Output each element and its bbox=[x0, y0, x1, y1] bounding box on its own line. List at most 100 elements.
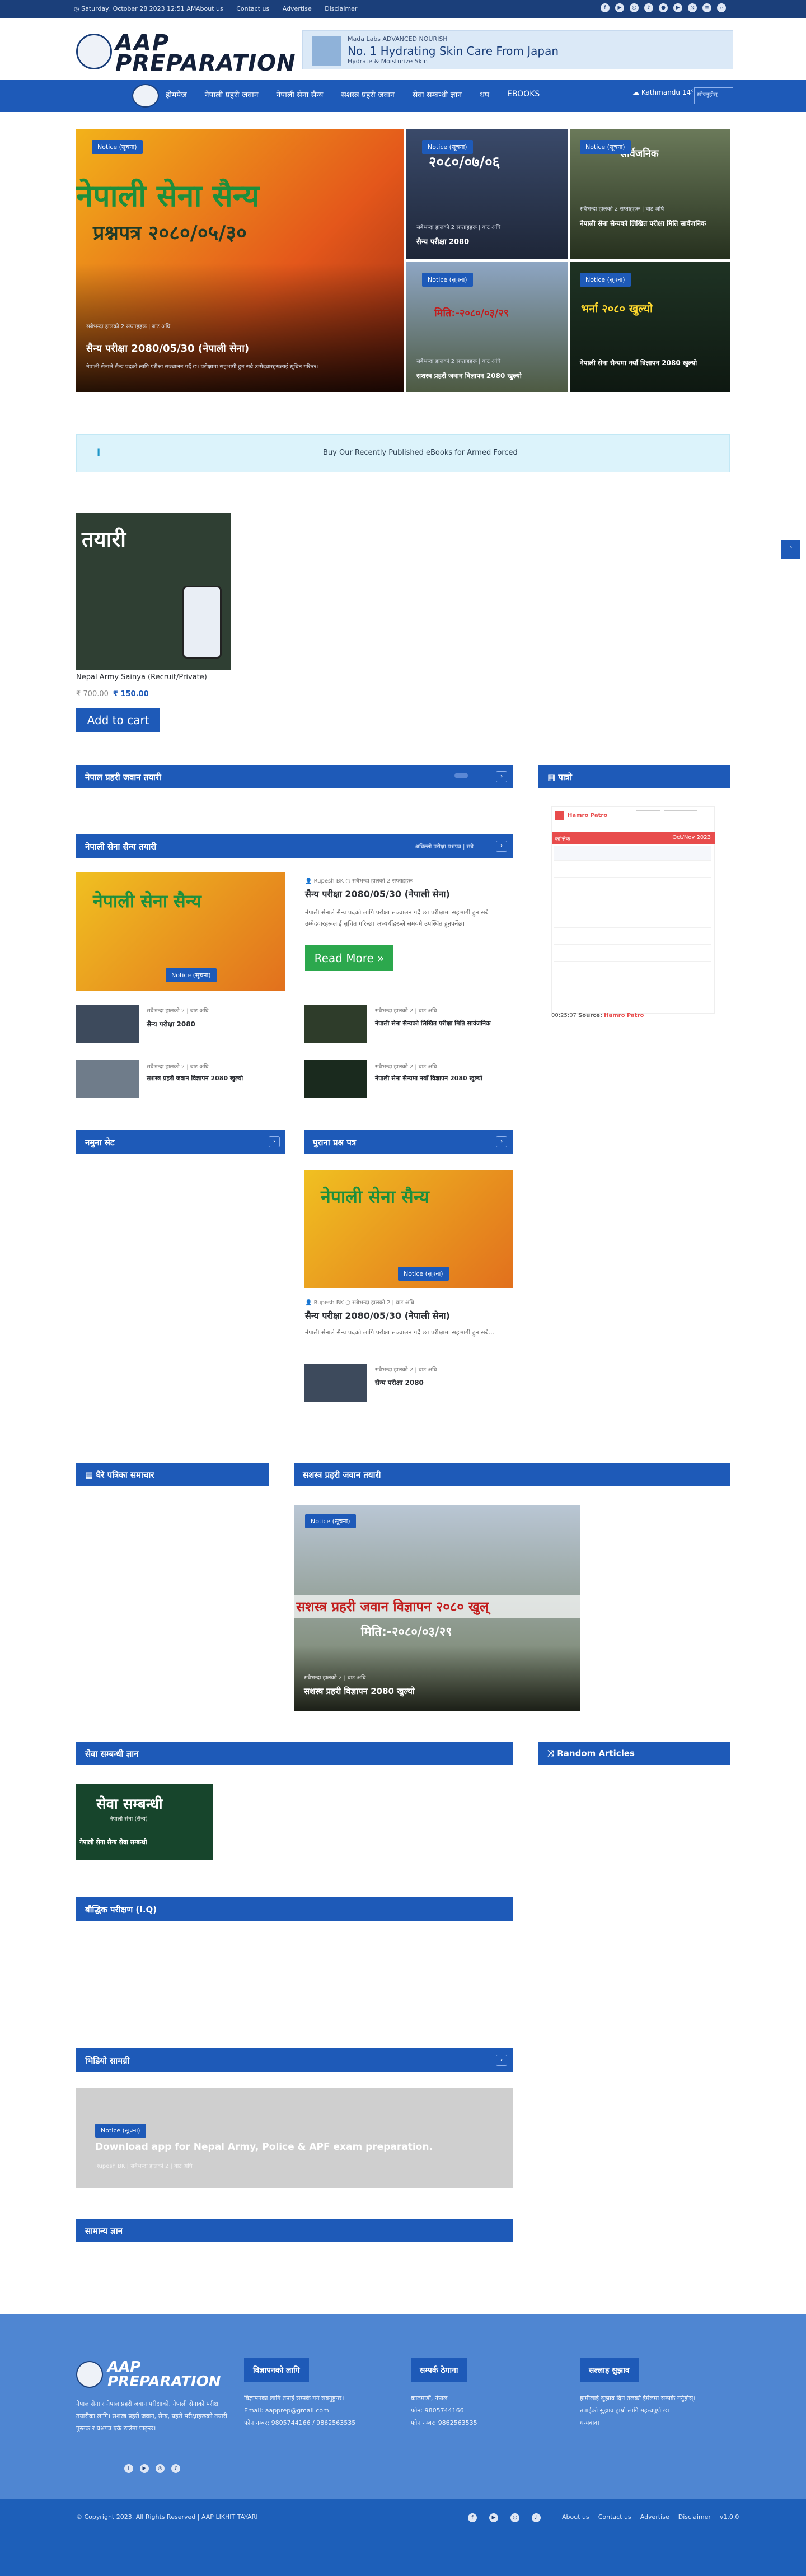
calendar-day-cell[interactable] bbox=[688, 947, 711, 962]
calendar-day-cell[interactable] bbox=[666, 897, 688, 911]
calendar-day-cell[interactable] bbox=[577, 897, 599, 911]
calendar-day-cell[interactable] bbox=[644, 947, 666, 962]
seva-card[interactable]: सेवा सम्बन्धी नेपाली सेना (सैन्य) नेपाली… bbox=[76, 1784, 213, 1860]
hero-card-2-badge[interactable]: Notice (सूचना) bbox=[580, 140, 631, 154]
hero-main-badge[interactable]: Notice (सूचना) bbox=[92, 140, 143, 154]
calendar-day-cell[interactable] bbox=[621, 846, 644, 861]
calendar-day-cell[interactable] bbox=[577, 930, 599, 945]
calendar-day-cell[interactable] bbox=[666, 930, 688, 945]
calendar-day-cell[interactable] bbox=[666, 846, 688, 861]
calendar-day-cell[interactable] bbox=[599, 913, 621, 928]
calendar-source-link[interactable]: Hamro Patro bbox=[604, 1012, 644, 1019]
site-logo[interactable]: AAP PREPARATION bbox=[76, 30, 296, 76]
bottom-link-about[interactable]: About us bbox=[562, 2513, 589, 2521]
calendar-day-cell[interactable] bbox=[644, 913, 666, 928]
calendar-day-cell[interactable] bbox=[599, 947, 621, 962]
calendar-day-cell[interactable] bbox=[554, 846, 577, 861]
instagram-icon[interactable]: ◎ bbox=[510, 2513, 519, 2522]
nav-home-logo[interactable] bbox=[132, 84, 159, 108]
hero-card-3-title[interactable]: सशस्त्र प्रहरी जवान विज्ञापन 2080 खुल्यो bbox=[416, 371, 522, 380]
calendar-day-cell[interactable] bbox=[577, 947, 599, 962]
section-nepali-army-tabs[interactable]: अघिल्लो परीक्षा प्रश्नपत्र | सबै bbox=[415, 842, 474, 850]
bottom-link-advertise[interactable]: Advertise bbox=[640, 2513, 669, 2521]
product-name[interactable]: Nepal Army Sainya (Recruit/Private) bbox=[76, 673, 207, 682]
calendar-day-cell[interactable] bbox=[666, 880, 688, 894]
old-papers-small-title[interactable]: सैन्य परीक्षा 2080 bbox=[375, 1378, 424, 1387]
calendar-day-cell[interactable] bbox=[688, 863, 711, 878]
calendar-widget[interactable]: Hamro Patro कात्तिक Oct/Nov 2023 bbox=[551, 806, 715, 1014]
calendar-day-cell[interactable] bbox=[644, 880, 666, 894]
calendar-day-cell[interactable] bbox=[688, 913, 711, 928]
youtube-icon[interactable]: ▶ bbox=[615, 3, 624, 12]
hero-card-3[interactable]: मिति:-२०८०/०३/२९ Notice (सूचना) सबैभन्दा… bbox=[406, 262, 568, 392]
video-app-card[interactable]: Notice (सूचना) Download app for Nepal Ar… bbox=[76, 2088, 513, 2188]
hero-card-1[interactable]: २०८०/०७/०६ Notice (सूचना) सबैभन्दा हालको… bbox=[406, 129, 568, 259]
armed-featured-card[interactable]: सशस्त्र प्रहरी जवान विज्ञापन २०८० खुल् म… bbox=[294, 1505, 580, 1711]
calendar-day-cell[interactable] bbox=[666, 863, 688, 878]
calendar-day-cell[interactable] bbox=[688, 880, 711, 894]
footer-logo[interactable]: AAP PREPARATION bbox=[76, 2359, 227, 2392]
header-ad-banner[interactable]: Mada Labs ADVANCED NOURISH No. 1 Hydrati… bbox=[302, 30, 733, 69]
army-featured-title[interactable]: सैन्य परीक्षा 2080/05/30 (नेपाली सेना) bbox=[305, 888, 450, 900]
search-icon[interactable]: ⌕ bbox=[717, 3, 726, 12]
calendar-day-cell[interactable] bbox=[621, 897, 644, 911]
tiktok-icon[interactable]: ♪ bbox=[171, 2464, 180, 2473]
calendar-day-cell[interactable] bbox=[644, 897, 666, 911]
calendar-day-cell[interactable] bbox=[644, 863, 666, 878]
calendar-day-cell[interactable] bbox=[621, 930, 644, 945]
calendar-day-cell[interactable] bbox=[688, 897, 711, 911]
calendar-month-select[interactable] bbox=[664, 810, 697, 820]
instagram-icon[interactable]: ◎ bbox=[630, 3, 639, 12]
hero-main-card[interactable]: नेपाली सेना सैन्य प्रश्नपत्र २०८०/०५/३० … bbox=[76, 129, 404, 392]
hero-card-2[interactable]: सार्वजनिक Notice (सूचना) सबैभन्दा हालको … bbox=[570, 129, 730, 259]
old-papers-title[interactable]: सैन्य परीक्षा 2080/05/30 (नेपाली सेना) bbox=[305, 1309, 450, 1322]
video-app-badge[interactable]: Notice (सूचना) bbox=[95, 2124, 146, 2138]
calendar-day-cell[interactable] bbox=[577, 913, 599, 928]
army-list-thumb-2[interactable] bbox=[304, 1005, 367, 1043]
read-more-button[interactable]: Read More » bbox=[305, 945, 393, 971]
armed-featured-badge[interactable]: Notice (सूचना) bbox=[305, 1514, 356, 1528]
bottom-link-contact[interactable]: Contact us bbox=[598, 2513, 631, 2521]
calendar-day-cell[interactable] bbox=[577, 846, 599, 861]
user-icon[interactable]: ● bbox=[659, 3, 668, 12]
hero-card-1-badge[interactable]: Notice (सूचना) bbox=[422, 140, 473, 154]
chevron-right-icon[interactable]: › bbox=[269, 1136, 280, 1147]
calendar-day-cell[interactable] bbox=[599, 930, 621, 945]
top-link-advertise[interactable]: Advertise bbox=[283, 5, 312, 12]
calendar-day-cell[interactable] bbox=[621, 913, 644, 928]
shuffle-icon[interactable]: ⤨ bbox=[688, 3, 697, 12]
calendar-day-cell[interactable] bbox=[599, 863, 621, 878]
chevron-right-icon[interactable]: › bbox=[496, 841, 507, 852]
army-featured-image[interactable]: नेपाली सेना सैन्य Notice (सूचना) bbox=[76, 872, 285, 991]
top-link-about[interactable]: About us bbox=[196, 5, 223, 12]
calendar-day-cell[interactable] bbox=[644, 930, 666, 945]
army-list-title-2[interactable]: नेपाली सेना सैन्यको लिखित परीक्षा मिति स… bbox=[375, 1019, 513, 1028]
nav-ebooks[interactable]: EBOOKS bbox=[507, 90, 540, 100]
hero-card-4-badge[interactable]: Notice (सूचना) bbox=[580, 273, 631, 287]
calendar-day-cell[interactable] bbox=[599, 897, 621, 911]
ebook-notice[interactable]: i Buy Our Recently Published eBooks for … bbox=[76, 434, 730, 472]
army-list-thumb-1[interactable] bbox=[76, 1005, 139, 1043]
hero-card-4-title[interactable]: नेपाली सेना सैन्यमा नयाँ विज्ञापन 2080 ख… bbox=[580, 358, 720, 368]
calendar-day-cell[interactable] bbox=[554, 947, 577, 962]
section-toggle-icon[interactable] bbox=[454, 773, 468, 778]
calendar-day-cell[interactable] bbox=[688, 846, 711, 861]
old-papers-badge[interactable]: Notice (सूचना) bbox=[398, 1267, 449, 1281]
armed-featured-title[interactable]: सशस्त्र प्रहरी विज्ञापन 2080 खुल्यो bbox=[304, 1686, 415, 1697]
calendar-day-cell[interactable] bbox=[666, 913, 688, 928]
army-list-thumb-4[interactable] bbox=[304, 1060, 367, 1098]
calendar-day-cell[interactable] bbox=[621, 863, 644, 878]
top-link-contact[interactable]: Contact us bbox=[236, 5, 269, 12]
facebook-icon[interactable]: f bbox=[601, 3, 610, 12]
scroll-up-icon[interactable]: ˆ bbox=[781, 540, 800, 559]
youtube-icon[interactable]: ▶ bbox=[140, 2464, 149, 2473]
hero-card-3-badge[interactable]: Notice (सूचना) bbox=[422, 273, 473, 287]
instagram-icon[interactable]: ◎ bbox=[156, 2464, 165, 2473]
calendar-day-cell[interactable] bbox=[554, 880, 577, 894]
hero-card-4[interactable]: भर्ना २०८० खुल्यो Notice (सूचना) नेपाली … bbox=[570, 262, 730, 392]
calendar-day-cell[interactable] bbox=[621, 880, 644, 894]
calendar-day-cell[interactable] bbox=[577, 880, 599, 894]
tiktok-icon[interactable]: ♪ bbox=[644, 3, 653, 12]
add-to-cart-button[interactable]: Add to cart bbox=[76, 708, 160, 732]
bottom-link-disclaimer[interactable]: Disclaimer bbox=[678, 2513, 711, 2521]
